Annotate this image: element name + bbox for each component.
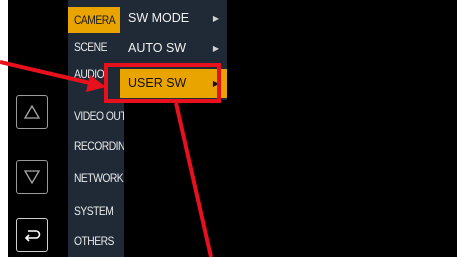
annotation-pointer-line bbox=[0, 60, 91, 85]
annotation-lines bbox=[0, 60, 213, 257]
annotation-callout-line bbox=[174, 102, 213, 257]
annotation-arrowhead bbox=[86, 75, 106, 92]
